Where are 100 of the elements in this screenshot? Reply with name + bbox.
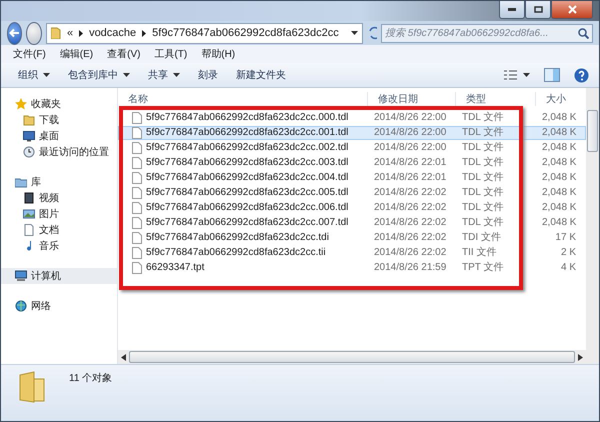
left-arrow-icon[interactable] bbox=[121, 354, 126, 360]
film-icon bbox=[23, 192, 35, 204]
file-size: 2,048 K bbox=[541, 171, 578, 185]
document-icon bbox=[23, 224, 35, 236]
menu-item[interactable]: 文件(F) bbox=[7, 47, 52, 61]
modified-date: 2014/8/26 22:02 bbox=[373, 216, 448, 230]
sidebar-item[interactable]: 桌面 bbox=[1, 128, 117, 144]
file-icon bbox=[132, 217, 142, 229]
sidebar-item[interactable]: 文档 bbox=[1, 222, 117, 238]
file-row[interactable]: 5f9c776847ab0662992cd8fa623dc2cc.006.tdl 2014/8/26 22:02 TDL 文件 2,048 K bbox=[118, 201, 586, 215]
refresh-icon[interactable] bbox=[366, 25, 377, 41]
toolbar-button[interactable]: 新建文件夹 bbox=[229, 66, 293, 84]
file-row[interactable]: 5f9c776847ab0662992cd8fa623dc2cc.002.tdl 2014/8/26 22:00 TDL 文件 2,048 K bbox=[118, 141, 586, 155]
file-name: 5f9c776847ab0662992cd8fa623dc2cc.tdi bbox=[118, 231, 368, 245]
file-name: 66293347.tpt bbox=[118, 261, 368, 275]
file-row[interactable]: 5f9c776847ab0662992cd8fa623dc2cc.tdi 2014/8/26 22:02 TDI 文件 17 K bbox=[118, 231, 586, 245]
file-size: 2,048 K bbox=[541, 186, 578, 200]
file-row[interactable]: 5f9c776847ab0662992cd8fa623dc2cc.003.tdl 2014/8/26 22:01 TDL 文件 2,048 K bbox=[118, 156, 586, 170]
file-icon bbox=[132, 127, 142, 139]
close-icon bbox=[568, 5, 576, 14]
caret-icon bbox=[43, 73, 50, 77]
file-type: TDI 文件 bbox=[461, 231, 502, 245]
file-type: TDL 文件 bbox=[461, 156, 504, 170]
chevron-icon bbox=[79, 30, 84, 36]
image-icon bbox=[23, 208, 35, 220]
modified-date: 2014/8/26 22:00 bbox=[373, 141, 448, 155]
menu-item[interactable]: 工具(T) bbox=[148, 47, 194, 61]
file-type: TDL 文件 bbox=[461, 141, 504, 155]
file-icon bbox=[132, 232, 142, 244]
column-header[interactable]: 名称 bbox=[118, 92, 368, 106]
menu-item[interactable]: 帮助(H) bbox=[195, 47, 242, 61]
file-icon bbox=[132, 262, 142, 274]
sidebar-item[interactable]: 收藏夹 bbox=[1, 96, 117, 112]
computer-icon bbox=[15, 270, 27, 282]
file-row[interactable]: 5f9c776847ab0662992cd8fa623dc2cc.001.tdl 2014/8/26 22:00 TDL 文件 2,048 K bbox=[118, 126, 586, 140]
toolbar-button[interactable]: 包含到库中 bbox=[61, 66, 137, 84]
file-name: 5f9c776847ab0662992cd8fa623dc2cc.003.tdl bbox=[118, 156, 368, 170]
caret-icon bbox=[350, 31, 358, 35]
folder-icon bbox=[50, 27, 61, 39]
sidebar-item[interactable]: 图片 bbox=[1, 206, 117, 222]
file-row[interactable]: 5f9c776847ab0662992cd8fa623dc2cc.007.tdl 2014/8/26 22:02 TDL 文件 2,048 K bbox=[118, 216, 586, 230]
menu-item[interactable]: 查看(V) bbox=[101, 47, 146, 61]
menu-item[interactable]: 编辑(E) bbox=[54, 47, 100, 61]
file-row[interactable]: 5f9c776847ab0662992cd8fa623dc2cc.tii 2014/8/26 22:02 TII 文件 2 K bbox=[118, 246, 586, 260]
sidebar-item[interactable]: 库 bbox=[1, 174, 117, 190]
sidebar-item[interactable]: 计算机 bbox=[1, 268, 117, 284]
breadcrumb[interactable]: 5f9c776847ab0662992cd8fa623dc2cc bbox=[152, 27, 339, 39]
file-type: TII 文件 bbox=[461, 246, 498, 260]
file-row[interactable]: 66293347.tpt 2014/8/26 21:59 TPT 文件 4 K bbox=[118, 261, 586, 275]
file-icon bbox=[132, 172, 142, 184]
file-size: 2,048 K bbox=[541, 216, 578, 230]
breadcrumb[interactable]: vodcache bbox=[89, 27, 136, 39]
sidebar-item[interactable]: 最近访问的位置 bbox=[1, 144, 117, 160]
file-name: 5f9c776847ab0662992cd8fa623dc2cc.005.tdl bbox=[118, 186, 368, 200]
vertical-scrollbar[interactable] bbox=[586, 88, 599, 364]
file-size: 2 K bbox=[560, 246, 577, 260]
modified-date: 2014/8/26 22:02 bbox=[373, 186, 448, 200]
toolbar-button[interactable]: 组织 bbox=[11, 66, 57, 84]
minimize-icon bbox=[508, 8, 516, 11]
file-row[interactable]: 5f9c776847ab0662992cd8fa623dc2cc.000.tdl 2014/8/26 22:00 TDL 文件 2,048 K bbox=[118, 111, 586, 125]
toolbar-button[interactable]: 刻录 bbox=[191, 66, 225, 84]
file-size: 2,048 K bbox=[541, 201, 578, 215]
file-icon bbox=[132, 187, 142, 199]
horizontal-scrollbar[interactable] bbox=[118, 350, 586, 364]
sidebar-item[interactable]: 网络 bbox=[1, 298, 117, 314]
help-icon[interactable] bbox=[574, 68, 589, 82]
sidebar-item[interactable]: 下载 bbox=[1, 112, 117, 128]
modified-date: 2014/8/26 22:02 bbox=[373, 231, 448, 245]
file-row[interactable]: 5f9c776847ab0662992cd8fa623dc2cc.004.tdl 2014/8/26 22:01 TDL 文件 2,048 K bbox=[118, 171, 586, 185]
search-field[interactable]: 搜索 5f9c776847ab0662992cd8fa6... bbox=[380, 24, 593, 42]
file-name: 5f9c776847ab0662992cd8fa623dc2cc.006.tdl bbox=[118, 201, 368, 215]
file-row[interactable]: 5f9c776847ab0662992cd8fa623dc2cc.005.tdl 2014/8/26 22:02 TDL 文件 2,048 K bbox=[118, 186, 586, 200]
column-header[interactable]: 修改日期 bbox=[368, 92, 456, 106]
view-options-icon[interactable] bbox=[504, 70, 530, 80]
preview-pane-icon[interactable] bbox=[544, 68, 560, 82]
file-type: TDL 文件 bbox=[461, 126, 504, 140]
sidebar-item[interactable]: 音乐 bbox=[1, 238, 117, 254]
toolbar-button[interactable]: 共享 bbox=[141, 66, 187, 84]
globe-icon bbox=[15, 300, 27, 312]
right-arrow-icon[interactable] bbox=[578, 354, 583, 360]
back-arrow-icon bbox=[9, 28, 20, 38]
breadcrumb-overflow[interactable]: « bbox=[66, 27, 74, 39]
file-icon bbox=[132, 247, 142, 259]
column-header[interactable]: 类型 bbox=[456, 92, 536, 106]
file-type: TDL 文件 bbox=[461, 186, 504, 200]
back-button[interactable] bbox=[7, 22, 22, 44]
maximize-button[interactable] bbox=[525, 1, 551, 19]
sidebar-item[interactable]: 视频 bbox=[1, 190, 117, 206]
close-button[interactable] bbox=[551, 1, 593, 19]
chevron-icon bbox=[142, 30, 146, 36]
file-size: 2,048 K bbox=[541, 141, 578, 155]
column-header[interactable]: 大小 bbox=[536, 92, 580, 106]
minimize-button[interactable] bbox=[499, 1, 525, 19]
address-bar[interactable]: « vodcache 5f9c776847ab0662992cd8fa623dc2cc bbox=[46, 22, 363, 44]
file-name: 5f9c776847ab0662992cd8fa623dc2cc.000.tdl bbox=[118, 111, 368, 125]
modified-date: 2014/8/26 22:02 bbox=[373, 201, 448, 215]
maximize-icon bbox=[534, 6, 542, 13]
caret-icon bbox=[123, 73, 130, 77]
modified-date: 2014/8/26 22:01 bbox=[373, 171, 448, 185]
forward-button[interactable] bbox=[26, 22, 42, 44]
